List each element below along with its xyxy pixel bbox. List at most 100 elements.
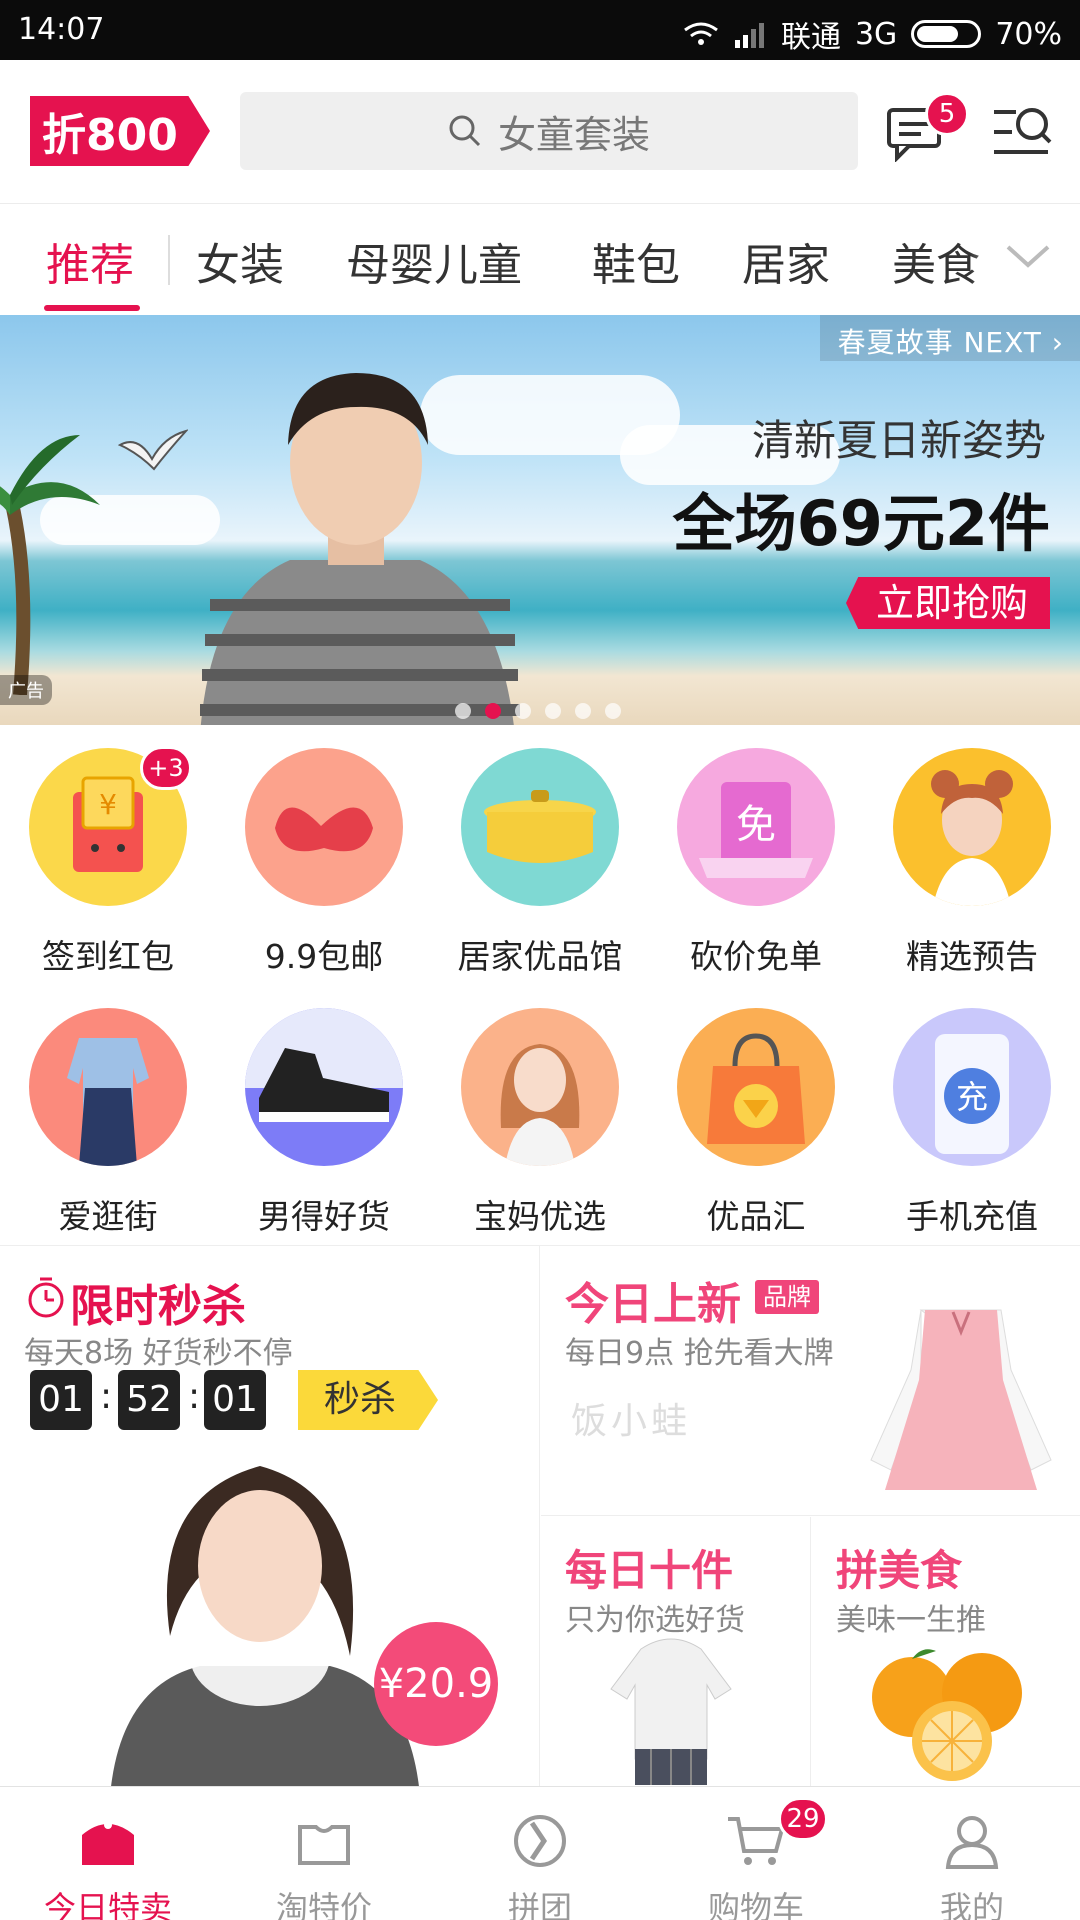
- flash-sale-subtitle: 每天8场 好货秒不停: [24, 1336, 293, 1371]
- daily-ten-card[interactable]: 每日十件 只为你选好货: [541, 1517, 811, 1786]
- grid-item-preview[interactable]: 精选预告: [864, 748, 1080, 978]
- banner-buy-button[interactable]: 立即抢购: [845, 577, 1050, 629]
- pagination-dot[interactable]: [545, 703, 561, 719]
- menu-search-icon[interactable]: [990, 104, 1052, 160]
- pink-dress-image: [870, 1309, 1052, 1490]
- cart-icon: [728, 1817, 785, 1865]
- grid-label: 精选预告: [906, 937, 1038, 976]
- brand-tag: 品牌: [755, 1280, 819, 1314]
- sneaker-icon: [245, 1008, 403, 1166]
- girl-icon: [893, 748, 1051, 906]
- promo-banner[interactable]: 春夏故事 NEXT › 清新夏日新姿势 全场69元2件 立即抢购 广告: [0, 315, 1080, 725]
- new-today-title: 今日上新: [565, 1279, 741, 1330]
- nav-cart[interactable]: 购物车: [648, 1787, 864, 1920]
- group-icon: [514, 1815, 566, 1867]
- group-food-title: 拼美食: [836, 1546, 963, 1595]
- tab-women[interactable]: 女装: [196, 229, 284, 293]
- brand-logo: 饭小蛙: [571, 1401, 692, 1442]
- new-today-card[interactable]: 今日上新 品牌 每日9点 抢先看大牌 饭小蛙: [541, 1246, 1080, 1516]
- grid-item-premium[interactable]: 优品汇: [648, 1008, 864, 1238]
- chevron-down-icon[interactable]: [1004, 231, 1052, 279]
- tab-active-indicator: [44, 305, 140, 311]
- palm-tree-image: [0, 435, 100, 695]
- checkin-badge: +3: [140, 746, 192, 790]
- banner-subtitle: 清新夏日新姿势: [751, 416, 1046, 465]
- hoodie-image: [610, 1638, 732, 1785]
- tab-shoes-bags[interactable]: 鞋包: [592, 229, 680, 293]
- search-bar[interactable]: 女童套装: [240, 92, 858, 170]
- clock-icon: [28, 1277, 64, 1318]
- shopping-bag-icon: [677, 1008, 835, 1166]
- svg-text:充: 充: [956, 1078, 988, 1116]
- tab-home[interactable]: 居家: [742, 229, 830, 293]
- model-photo: [200, 373, 520, 725]
- grid-item-shopping[interactable]: 爱逛街: [0, 1008, 216, 1238]
- feature-grid: ¥ +3 签到红包 9.9包邮 居家优品馆 免 砍价免单 精选预告 爱逛街 男得…: [0, 740, 1080, 1250]
- tab-baby-kids[interactable]: 母婴儿童: [346, 229, 522, 293]
- nav-group-buy[interactable]: 拼团: [432, 1787, 648, 1920]
- nav-label: 我的: [939, 1889, 1004, 1920]
- signal-icon: [734, 23, 764, 48]
- banner-headline: 全场69元2件: [672, 487, 1050, 560]
- search-placeholder: 女童套装: [497, 112, 650, 157]
- nav-label: 拼团: [507, 1889, 572, 1920]
- group-food-card[interactable]: 拼美食 美味一生推: [812, 1517, 1080, 1786]
- app-logo[interactable]: 折800: [30, 96, 210, 166]
- banner-next-label[interactable]: 春夏故事 NEXT ›: [820, 315, 1080, 361]
- nav-label: 今日特卖: [43, 1889, 172, 1920]
- category-tabs: 推荐 女装 母婴儿童 鞋包 居家 美食: [0, 205, 1080, 315]
- carrier: 联通: [780, 20, 841, 55]
- child-icon: [461, 1008, 619, 1166]
- status-time: 14:07: [18, 12, 105, 47]
- nav-label: 淘特价: [275, 1889, 372, 1920]
- grid-label: 宝妈优选: [474, 1197, 606, 1236]
- nav-profile[interactable]: 我的: [864, 1787, 1080, 1920]
- nav-today-sale[interactable]: 今日特卖: [0, 1787, 216, 1920]
- grid-item-topup[interactable]: 充 手机充值: [864, 1008, 1080, 1238]
- pagination-dot[interactable]: [455, 703, 471, 719]
- nav-bargain[interactable]: 淘特价: [216, 1787, 432, 1920]
- model-photo: [111, 1466, 419, 1786]
- grid-label: 签到红包: [42, 937, 174, 976]
- tab-divider: [168, 235, 170, 285]
- app-header: 折800 女童套装 5: [0, 60, 1080, 204]
- countdown-minutes: 52: [118, 1370, 180, 1430]
- grid-item-checkin[interactable]: ¥ +3 签到红包: [0, 746, 216, 978]
- nav-label: 购物车: [707, 1889, 804, 1920]
- pot-icon: [461, 748, 619, 906]
- grid-item-home-goods[interactable]: 居家优品馆: [432, 748, 648, 978]
- tab-recommend[interactable]: 推荐: [46, 229, 134, 293]
- grid-label: 砍价免单: [690, 937, 822, 976]
- tag-icon: [298, 1825, 350, 1865]
- flash-sale-price: ¥20.9: [374, 1622, 498, 1746]
- user-icon: [945, 1816, 999, 1869]
- bra-icon: [245, 748, 403, 906]
- ad-tag: 广告: [0, 675, 52, 705]
- pagination-dot[interactable]: [515, 703, 531, 719]
- pagination-dot[interactable]: [605, 703, 621, 719]
- battery-level: 70%: [995, 16, 1062, 52]
- dress-icon: [29, 1008, 187, 1166]
- grid-item-men[interactable]: 男得好货: [216, 1008, 432, 1238]
- flash-sale-button[interactable]: 秒杀: [298, 1370, 438, 1430]
- bottom-nav: 今日特卖 淘特价 拼团 购物车 29 我的: [0, 1786, 1080, 1920]
- grid-label: 爱逛街: [58, 1197, 158, 1236]
- message-badge: 5: [925, 92, 969, 136]
- orange-image: [872, 1649, 1022, 1781]
- cart-badge: 29: [778, 1797, 828, 1841]
- grid-item-free-shipping[interactable]: 9.9包邮: [216, 748, 432, 978]
- grid-item-mom-picks[interactable]: 宝妈优选: [432, 1008, 648, 1238]
- flash-sale-card[interactable]: 限时秒杀 每天8场 好货秒不停 01 : 52 : 01 秒杀 ¥20.9: [0, 1246, 540, 1786]
- svg-text:¥: ¥: [99, 788, 117, 821]
- grid-label: 男得好货: [258, 1197, 390, 1236]
- free-ticket-icon: 免: [677, 748, 835, 906]
- flash-sale-title: 限时秒杀: [70, 1281, 246, 1332]
- pagination-dot[interactable]: [485, 703, 501, 719]
- bag-icon: [82, 1821, 134, 1865]
- grid-label: 居家优品馆: [457, 937, 623, 976]
- grid-item-bargain[interactable]: 免 砍价免单: [648, 748, 864, 978]
- pagination-dot[interactable]: [575, 703, 591, 719]
- phone-topup-icon: 充: [893, 1008, 1051, 1166]
- search-icon: [449, 115, 481, 147]
- tab-food[interactable]: 美食: [892, 229, 980, 293]
